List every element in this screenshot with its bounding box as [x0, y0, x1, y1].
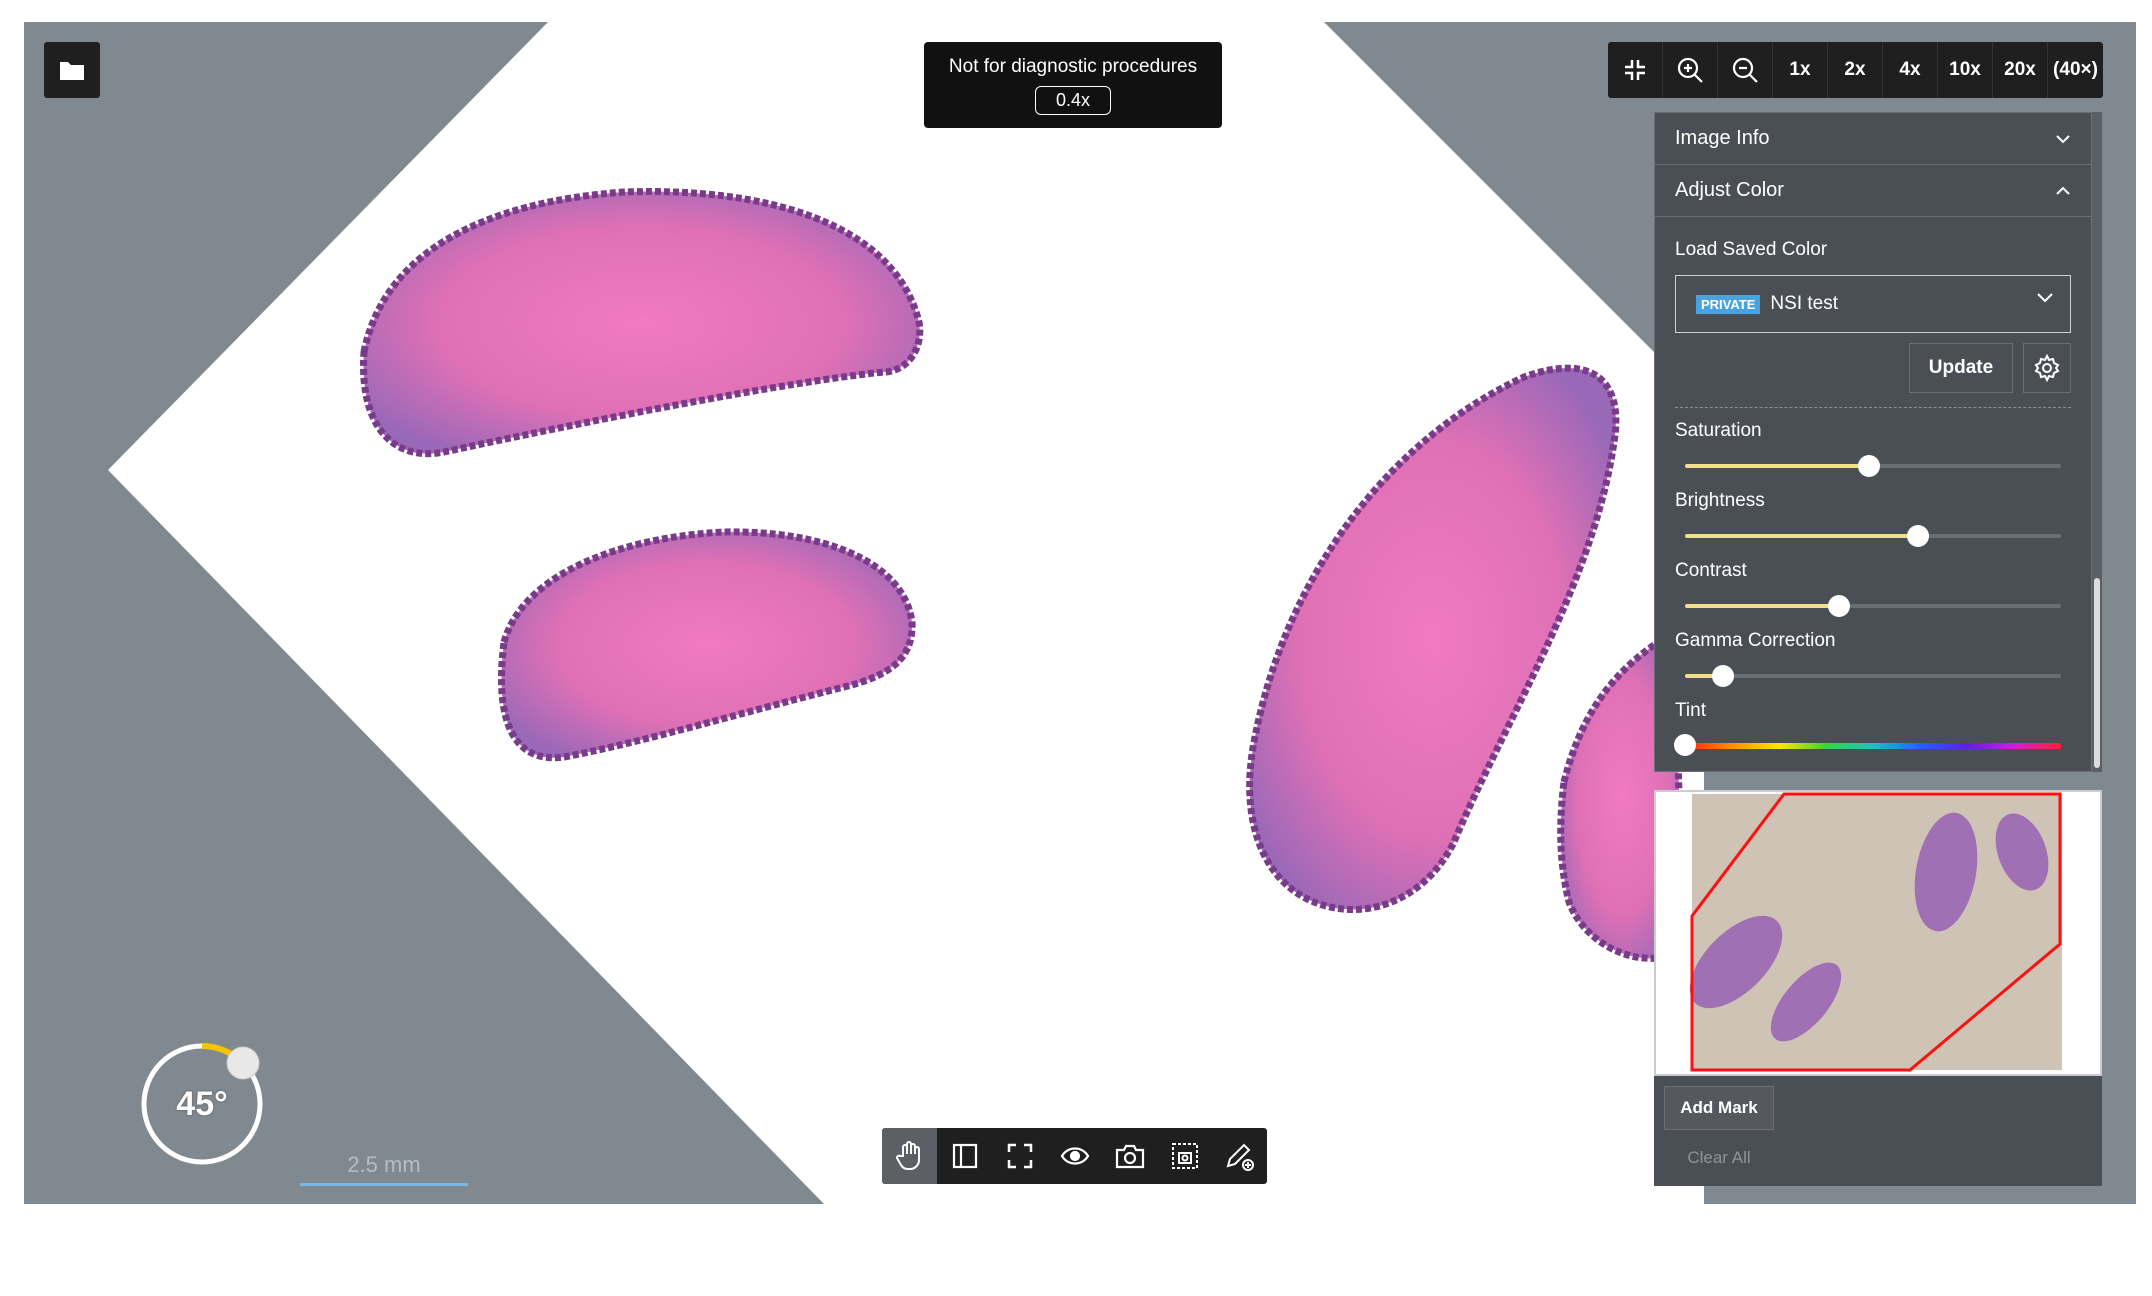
zoom-2x-button[interactable]: 2x: [1828, 42, 1883, 98]
brightness-slider[interactable]: [1685, 525, 2061, 547]
zoom-out-button[interactable]: [1718, 42, 1773, 98]
contrast-slider-block: Contrast: [1655, 550, 2091, 620]
contrast-label: Contrast: [1675, 560, 1747, 581]
zoom-toolbar: 1x 2x 4x 10x 20x (40×): [1608, 42, 2103, 98]
exit-fullscreen-button[interactable]: [1608, 42, 1663, 98]
tint-slider[interactable]: [1674, 734, 2061, 756]
notice-message: Not for diagnostic procedures: [948, 56, 1198, 77]
color-settings-button[interactable]: [2023, 343, 2071, 393]
adjust-color-header[interactable]: Adjust Color: [1655, 165, 2091, 217]
gamma-correction-slider-thumb[interactable]: [1711, 665, 1734, 687]
saturation-slider-fill: [1685, 464, 1870, 468]
tint-slider-thumb[interactable]: [1674, 734, 1696, 756]
capture-region-button[interactable]: [1157, 1128, 1212, 1184]
annotate-button[interactable]: [1212, 1128, 1267, 1184]
fullscreen-icon: [1007, 1143, 1032, 1169]
capture-region-icon: [1171, 1143, 1198, 1169]
brightness-label: Brightness: [1675, 490, 1765, 511]
adjust-color-title: Adjust Color: [1675, 179, 1784, 201]
zoom-40x-button[interactable]: (40×): [2048, 42, 2103, 98]
saturation-label: Saturation: [1675, 420, 1762, 441]
annotate-pen-icon: [1226, 1143, 1254, 1171]
slide-overview-thumbnail[interactable]: [1654, 790, 2102, 1076]
gamma-correction-slider-block: Gamma Correction: [1655, 620, 2091, 690]
fullscreen-button[interactable]: [992, 1128, 1047, 1184]
update-button[interactable]: Update: [1909, 343, 2013, 393]
brightness-slider-thumb[interactable]: [1907, 525, 1930, 547]
clear-all-button[interactable]: Clear All: [1664, 1136, 1774, 1180]
panel-icon: [952, 1143, 977, 1169]
snapshot-button[interactable]: [1102, 1128, 1157, 1184]
chevron-down-icon: [2037, 293, 2053, 303]
zoom-10x-button[interactable]: 10x: [1938, 42, 1993, 98]
saved-color-select[interactable]: PRIVATE NSI test: [1675, 275, 2071, 333]
pan-tool-button[interactable]: [882, 1128, 937, 1184]
brightness-slider-block: Brightness: [1655, 480, 2091, 550]
zoom-20x-button[interactable]: 20x: [1993, 42, 2048, 98]
visibility-button[interactable]: [1047, 1128, 1102, 1184]
zoom-out-icon: [1732, 57, 1758, 83]
hand-icon: [895, 1141, 920, 1171]
zoom-in-button[interactable]: [1663, 42, 1718, 98]
chevron-up-icon: [2056, 186, 2070, 195]
camera-icon: [1115, 1144, 1144, 1169]
image-info-title: Image Info: [1675, 127, 1770, 149]
gear-icon: [2034, 354, 2060, 382]
saved-color-value: NSI test: [1770, 293, 1838, 314]
panel-scrollbar-thumb[interactable]: [2094, 578, 2100, 768]
diagnostic-notice: Not for diagnostic procedures 0.4x: [924, 42, 1222, 128]
exit-fullscreen-icon: [1625, 60, 1645, 80]
contrast-slider-thumb[interactable]: [1828, 595, 1851, 617]
chevron-down-icon: [2056, 134, 2070, 143]
zoom-in-icon: [1677, 57, 1703, 83]
rotation-angle: 45°: [176, 1084, 228, 1123]
private-badge: PRIVATE: [1696, 294, 1761, 314]
saturation-slider-thumb[interactable]: [1858, 455, 1881, 477]
contrast-slider[interactable]: [1685, 595, 2061, 617]
add-mark-button[interactable]: Add Mark: [1664, 1086, 1774, 1130]
eye-icon: [1060, 1147, 1089, 1165]
saturation-slider[interactable]: [1685, 455, 2061, 477]
current-zoom: 0.4x: [1034, 86, 1112, 115]
load-saved-color-label: Load Saved Color: [1675, 239, 1828, 260]
contrast-slider-fill: [1685, 604, 1840, 608]
scale-bar: 2.5 mm: [300, 1146, 468, 1186]
panel-toggle-button[interactable]: [937, 1128, 992, 1184]
gamma-correction-label: Gamma Correction: [1675, 630, 1836, 651]
folder-button[interactable]: [44, 42, 100, 98]
settings-panel: Image Info Adjust Color Load Saved Color…: [1654, 112, 2092, 772]
zoom-4x-button[interactable]: 4x: [1883, 42, 1938, 98]
gamma-correction-slider[interactable]: [1685, 665, 2061, 687]
folder-icon: [60, 62, 84, 80]
saturation-slider-block: Saturation: [1655, 410, 2091, 480]
zoom-1x-button[interactable]: 1x: [1773, 42, 1828, 98]
marks-panel: Add Mark Clear All: [1654, 1076, 2102, 1186]
tint-slider-block: Tint: [1655, 690, 2091, 760]
bottom-toolbar: [882, 1128, 1267, 1184]
image-info-header[interactable]: Image Info: [1655, 113, 2091, 165]
brightness-slider-fill: [1685, 534, 1919, 538]
tint-label: Tint: [1675, 700, 1706, 721]
divider: [1675, 407, 2071, 408]
